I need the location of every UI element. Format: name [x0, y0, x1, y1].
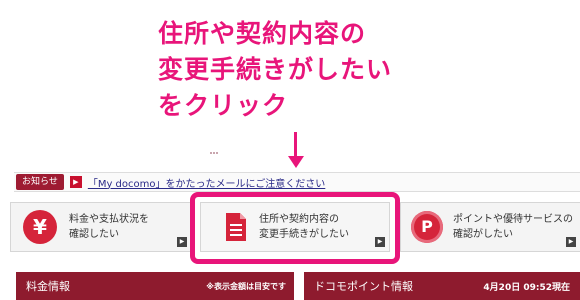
notice-link[interactable]: 「My docomo」をかたったメールにご注意ください [88, 175, 325, 190]
notice-bar: お知らせ ▶ 「My docomo」をかたったメールにご注意ください [14, 172, 580, 192]
menu-tile-points[interactable]: P ポイントや優待サービスの 確認がしたい ▶ [400, 202, 580, 252]
chevron-right-icon: ▶ [69, 176, 82, 188]
annotation-line-2: 変更手続きがしたい [158, 55, 393, 84]
menu-tile-label-line: 料金や支払状況を [69, 214, 149, 225]
annotation-arrow-down-icon [288, 156, 304, 168]
annotation-line-1: 住所や契約内容の [158, 19, 367, 48]
menu-tile-label-line: 確認がしたい [453, 229, 513, 240]
menu-tile-label-line: ポイントや優待サービスの [453, 214, 573, 225]
yen-icon: ¥ [23, 210, 57, 244]
annotation-line-3: をクリック [158, 91, 289, 120]
panel-note: ※表示金額は目安です [206, 281, 286, 291]
panel-title: ドコモポイント情報 [314, 280, 413, 293]
timestamp: 4月20日 09:52現在 [483, 282, 570, 293]
instruction-annotation: 住所や契約内容の 変更手続きがしたい をクリック [158, 16, 458, 124]
points-icon: P [411, 211, 443, 243]
panel-title: 料金情報 [26, 280, 70, 293]
chevron-right-icon: ▶ [177, 237, 187, 247]
menu-tile-label: 料金や支払状況を 確認したい [69, 212, 149, 242]
billing-info-header: 料金情報 ※表示金額は目安です [16, 272, 294, 300]
points-info-header: ドコモポイント情報 4月20日 09:52現在 [304, 272, 580, 300]
highlight-frame [190, 192, 400, 264]
notice-label: お知らせ [16, 174, 64, 190]
menu-tile-label-line: 確認したい [69, 229, 119, 240]
dotted-divider [210, 152, 218, 154]
chevron-right-icon: ▶ [566, 237, 576, 247]
menu-tile-billing[interactable]: ¥ 料金や支払状況を 確認したい ▶ [10, 202, 192, 252]
annotation-arrow-shaft [294, 132, 297, 158]
menu-tile-label: ポイントや優待サービスの 確認がしたい [453, 212, 573, 242]
